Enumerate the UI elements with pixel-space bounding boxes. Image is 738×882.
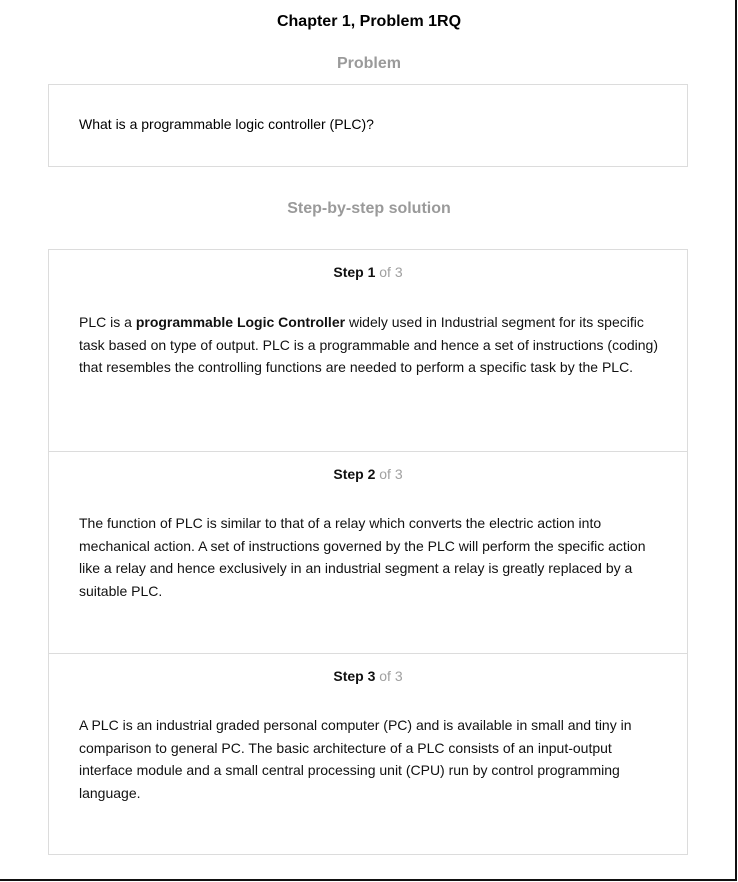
- step-1-label: Step 1: [333, 264, 376, 280]
- step-2-text: The function of PLC is similar to that o…: [79, 515, 646, 599]
- problem-text: What is a programmable logic controller …: [79, 116, 374, 132]
- step-1-text-start: PLC is a: [79, 314, 136, 330]
- step-1-text: PLC is a programmable Logic Controller w…: [79, 311, 661, 379]
- step-3-count: of 3: [379, 668, 403, 684]
- step-2: Step 2 of 3 The function of PLC is simil…: [49, 451, 687, 653]
- solution-heading: Step-by-step solution: [287, 200, 451, 217]
- problem-heading: Problem: [336, 55, 401, 72]
- step-1-text-bold: programmable Logic Controller: [135, 314, 346, 330]
- step-2-header: Step 2 of 3: [49, 465, 687, 483]
- step-2-count: of 3: [379, 466, 403, 482]
- step-1-count: of 3: [379, 264, 403, 280]
- chapter-title: Chapter 1, Problem 1RQ: [276, 13, 462, 30]
- solution-steps: Step 1 of 3 PLC is a programmable Logic …: [48, 249, 688, 855]
- problem-box: What is a programmable logic controller …: [48, 84, 688, 167]
- step-2-label: Step 2: [333, 466, 376, 482]
- step-3-text: A PLC is an industrial graded personal c…: [79, 717, 632, 801]
- step-1-header: Step 1 of 3: [49, 263, 687, 281]
- step-3: Step 3 of 3 A PLC is an industrial grade…: [49, 653, 687, 854]
- step-1: Step 1 of 3 PLC is a programmable Logic …: [49, 250, 687, 451]
- step-3-header: Step 3 of 3: [49, 667, 687, 685]
- step-3-label: Step 3: [333, 668, 376, 684]
